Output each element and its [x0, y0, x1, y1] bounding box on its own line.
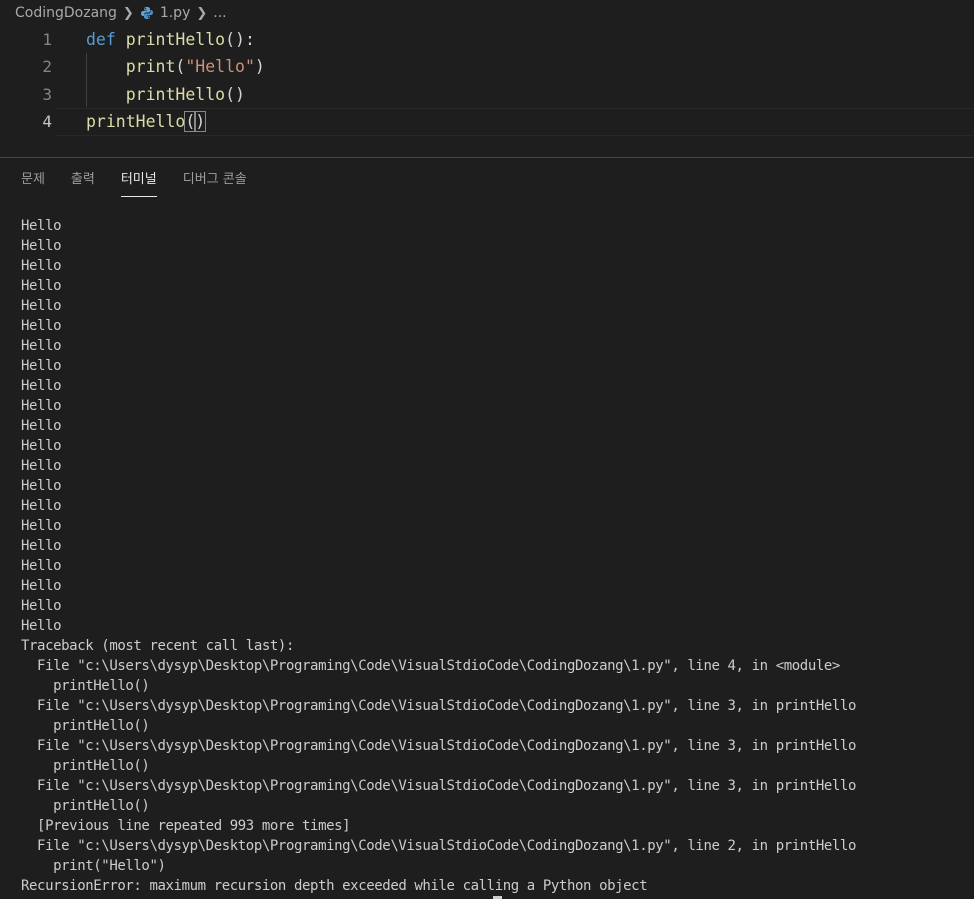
line-number: 3 [42, 85, 52, 104]
code-text[interactable]: def printHello(): [86, 26, 255, 53]
punctuation-token: ( [175, 57, 186, 76]
terminal-line: Hello [21, 398, 62, 414]
terminal-line: printHello() [21, 718, 150, 734]
terminal-line: File "c:\Users\dysyp\Desktop\Programing\… [21, 738, 856, 754]
tab-debug-console[interactable]: 디버그 콘솔 [183, 170, 247, 198]
terminal-line: Hello [21, 338, 62, 354]
function-token: print [125, 57, 176, 76]
tab-terminal[interactable]: 터미널 [120, 170, 157, 198]
terminal-line: print("Hello") [21, 858, 166, 874]
function-token: printHello [86, 112, 186, 131]
terminal-line: Hello [21, 578, 62, 594]
terminal-line: File "c:\Users\dysyp\Desktop\Programing\… [21, 698, 856, 714]
line-number: 4 [42, 112, 52, 131]
breadcrumb: CodingDozang ❯ 1.py ❯ ... [0, 0, 974, 26]
terminal-line: Hello [21, 238, 62, 254]
terminal-line: Hello [21, 478, 62, 494]
code-line[interactable]: 1 def printHello(): [0, 26, 974, 53]
terminal-line: Hello [21, 498, 62, 514]
terminal-line: Hello [21, 258, 62, 274]
breadcrumb-folder[interactable]: CodingDozang [15, 5, 117, 21]
keyword-token: def [86, 30, 116, 49]
terminal-line: Hello [21, 438, 62, 454]
matched-bracket: ) [194, 111, 207, 132]
line-number: 1 [42, 30, 52, 49]
python-icon [140, 6, 154, 20]
panel-divider[interactable] [0, 157, 974, 158]
terminal-line: Hello [21, 618, 62, 634]
terminal-line: Hello [21, 418, 62, 434]
terminal-line: Hello [21, 358, 62, 374]
tab-output[interactable]: 출력 [71, 170, 95, 198]
chevron-right-icon: ❯ [122, 5, 134, 21]
terminal-output[interactable]: Hello Hello Hello Hello Hello Hello Hello Hello… [21, 216, 961, 896]
code-line[interactable]: 3 printHello() [0, 81, 974, 108]
tab-problems[interactable]: 문제 [21, 170, 45, 198]
terminal-line: Traceback (most recent call last): [21, 638, 294, 654]
terminal-line: Hello [21, 598, 62, 614]
terminal-line: printHello() [21, 758, 150, 774]
code-text[interactable]: printHello() [86, 81, 245, 108]
panel-tabs: 문제 출력 터미널 디버그 콘솔 [21, 170, 273, 200]
terminal-line: Hello [21, 218, 62, 234]
punctuation-token: ) [254, 57, 265, 76]
terminal-line: Hello [21, 538, 62, 554]
code-editor[interactable]: 1 def printHello(): 2 print("Hello") 3 p… [0, 26, 974, 138]
punctuation-token: () [225, 85, 245, 104]
breadcrumb-more[interactable]: ... [213, 5, 226, 21]
string-token: "Hello" [185, 57, 255, 76]
terminal-line: File "c:\Users\dysyp\Desktop\Programing\… [21, 658, 840, 674]
terminal-line: Hello [21, 278, 62, 294]
punctuation-token: (): [225, 30, 255, 49]
terminal-line: RecursionError: maximum recursion depth … [21, 878, 648, 894]
terminal-line: Hello [21, 518, 62, 534]
function-token: printHello [125, 85, 226, 104]
terminal-line: Hello [21, 318, 62, 334]
terminal-line: Hello [21, 458, 62, 474]
terminal-line: Hello [21, 298, 62, 314]
terminal-line: Hello [21, 378, 62, 394]
terminal-line: Hello [21, 558, 62, 574]
code-line[interactable]: 4 printHello() [0, 108, 974, 135]
terminal-line: File "c:\Users\dysyp\Desktop\Programing\… [21, 778, 856, 794]
breadcrumb-file[interactable]: 1.py [160, 5, 191, 21]
code-text[interactable]: print("Hello") [86, 53, 265, 80]
code-line[interactable]: 2 print("Hello") [0, 53, 974, 80]
terminal-line: printHello() [21, 678, 150, 694]
code-text[interactable]: printHello() [86, 108, 207, 135]
chevron-right-icon: ❯ [196, 5, 208, 21]
function-token: printHello [125, 30, 226, 49]
terminal-line: [Previous line repeated 993 more times] [21, 818, 351, 834]
matched-bracket: ( [184, 111, 197, 132]
terminal-line: File "c:\Users\dysyp\Desktop\Programing\… [21, 838, 856, 854]
line-number: 2 [42, 57, 52, 76]
terminal-line: printHello() [21, 798, 150, 814]
